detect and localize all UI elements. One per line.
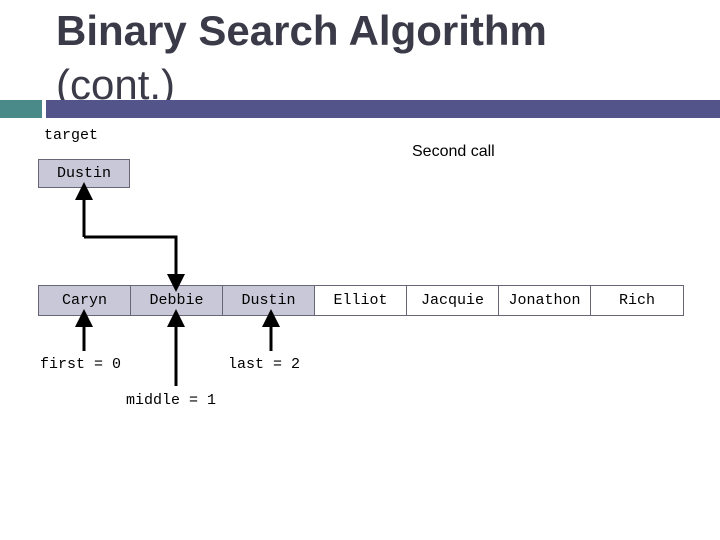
cell-value: Debbie [149, 292, 204, 309]
cell-value: Rich [618, 292, 655, 309]
array-cell-5: Jonathon [499, 286, 591, 315]
array-cell-4: Jacquie [407, 286, 499, 315]
slide-title: Binary Search Algorithm [56, 7, 547, 54]
title-accent-teal [0, 100, 42, 118]
array-cell-2: Dustin [223, 286, 315, 315]
last-pointer-label: last = 2 [228, 356, 301, 373]
cell-value: Caryn [61, 292, 107, 309]
array-cell-0: Caryn [39, 286, 131, 315]
cell-value: Elliot [333, 292, 388, 309]
compare-connector-line [84, 235, 185, 292]
target-box: Dustin [38, 159, 130, 188]
cell-value: Dustin [241, 292, 296, 309]
first-pointer-label: first = 0 [40, 356, 122, 373]
middle-pointer-label: middle = 1 [126, 392, 217, 409]
array-cell-1: Debbie [131, 286, 223, 315]
array-row: Caryn Debbie Dustin Elliot Jacquie Jonat… [38, 285, 684, 316]
title-accent-bar [46, 100, 720, 118]
target-label: target [44, 127, 99, 144]
array-cell-3: Elliot [315, 286, 407, 315]
cell-value: Jacquie [420, 292, 484, 309]
cell-value: Jonathon [508, 292, 581, 309]
target-value: Dustin [56, 165, 111, 182]
caption-second-call: Second call [412, 143, 495, 160]
array-cell-6: Rich [591, 286, 683, 315]
